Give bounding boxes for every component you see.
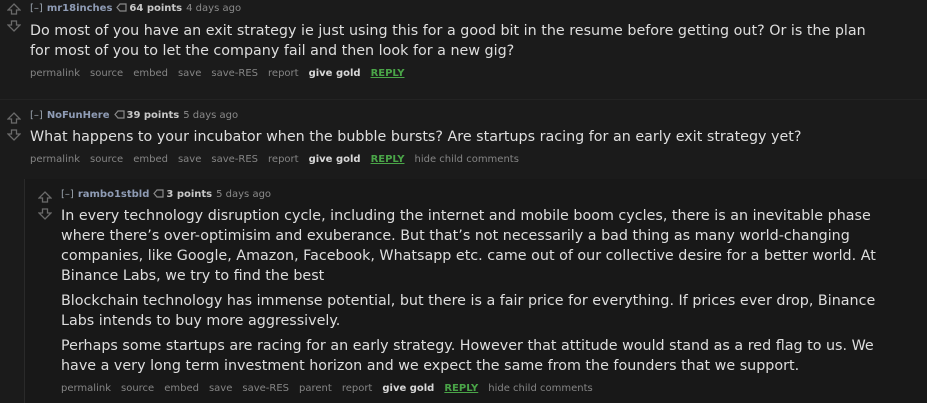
permalink-button[interactable]: permalink xyxy=(30,68,80,79)
comment-body: In every technology disruption cycle, in… xyxy=(61,206,906,376)
give-gold-button[interactable]: give gold xyxy=(309,154,361,165)
report-button[interactable]: report xyxy=(342,383,373,394)
score-tag-icon xyxy=(153,189,164,202)
give-gold-button[interactable]: give gold xyxy=(309,68,361,79)
author-link[interactable]: NoFunHere xyxy=(47,110,110,121)
downvote-arrow-icon[interactable] xyxy=(7,129,21,141)
save-button[interactable]: save xyxy=(178,154,201,165)
comment-paragraph: Do most of you have an exit strategy ie … xyxy=(30,23,866,59)
comment-tagline: [–] mr18inches 64 points 4 days ago xyxy=(30,3,241,16)
save-res-button[interactable]: save-RES xyxy=(242,383,289,394)
comment-actions: permalink source embed save save-RES report gi… xyxy=(30,154,529,166)
hide-child-comments-button[interactable]: hide child comments xyxy=(414,154,518,165)
comment-paragraph: Blockchain technology has immense potent… xyxy=(61,293,876,329)
reply-button[interactable]: REPLY xyxy=(371,154,405,165)
upvote-arrow-icon[interactable] xyxy=(7,112,21,124)
give-gold-button[interactable]: give gold xyxy=(382,383,434,394)
report-button[interactable]: report xyxy=(268,154,299,165)
comment-body: Do most of you have an exit strategy ie … xyxy=(30,21,870,61)
source-button[interactable]: source xyxy=(90,154,123,165)
score-tag-icon xyxy=(113,110,125,123)
comment-paragraph: What happens to your incubator when the … xyxy=(30,129,802,145)
save-res-button[interactable]: save-RES xyxy=(211,154,258,165)
embed-button[interactable]: embed xyxy=(133,154,168,165)
collapse-toggle[interactable]: [–] xyxy=(61,189,74,200)
score: 64 points xyxy=(129,3,183,14)
reply-button[interactable]: REPLY xyxy=(444,383,478,394)
score: 3 points xyxy=(166,189,213,200)
timestamp: 5 days ago xyxy=(183,110,239,121)
upvote-arrow-icon[interactable] xyxy=(38,191,52,203)
hide-child-comments-button[interactable]: hide child comments xyxy=(488,383,592,394)
comment-tagline: [–] NoFunHere 39 points 5 days ago xyxy=(30,110,238,123)
author-link[interactable]: rambo1stbld xyxy=(78,189,150,200)
score: 39 points xyxy=(126,110,180,121)
score-tag-icon xyxy=(116,3,128,16)
save-button[interactable]: save xyxy=(178,68,201,79)
timestamp: 4 days ago xyxy=(186,3,242,14)
comment-nofunhere: [–] NoFunHere 39 points 5 days ago What hap… xyxy=(0,100,927,179)
upvote-arrow-icon[interactable] xyxy=(7,3,21,15)
timestamp: 5 days ago xyxy=(216,189,272,200)
author-link[interactable]: mr18inches xyxy=(47,3,113,14)
embed-button[interactable]: embed xyxy=(164,383,199,394)
permalink-button[interactable]: permalink xyxy=(30,154,80,165)
save-res-button[interactable]: save-RES xyxy=(211,68,258,79)
permalink-button[interactable]: permalink xyxy=(61,383,111,394)
embed-button[interactable]: embed xyxy=(133,68,168,79)
parent-button[interactable]: parent xyxy=(299,383,332,394)
report-button[interactable]: report xyxy=(268,68,299,79)
source-button[interactable]: source xyxy=(90,68,123,79)
comment-paragraph: Perhaps some startups are racing for an … xyxy=(61,338,874,374)
reply-button[interactable]: REPLY xyxy=(371,68,405,79)
downvote-arrow-icon[interactable] xyxy=(38,208,52,220)
comment-rambo1stbld: [–] rambo1stbld 3 points 5 days ago In ever… xyxy=(31,180,927,403)
comment-body: What happens to your incubator when the … xyxy=(30,127,910,147)
comment-tagline: [–] rambo1stbld 3 points 5 days ago xyxy=(61,189,271,202)
save-button[interactable]: save xyxy=(209,383,232,394)
comment-actions: permalink source embed save save-RES parent re… xyxy=(61,383,603,395)
collapse-toggle[interactable]: [–] xyxy=(30,110,43,121)
comment-paragraph: In every technology disruption cycle, in… xyxy=(61,208,876,284)
comment-mr18inches: [–] mr18inches 64 points 4 days ago Do most… xyxy=(0,0,927,99)
downvote-arrow-icon[interactable] xyxy=(7,20,21,32)
comment-actions: permalink source embed save save-RES report gi… xyxy=(30,68,414,80)
collapse-toggle[interactable]: [–] xyxy=(30,3,43,14)
source-button[interactable]: source xyxy=(121,383,154,394)
